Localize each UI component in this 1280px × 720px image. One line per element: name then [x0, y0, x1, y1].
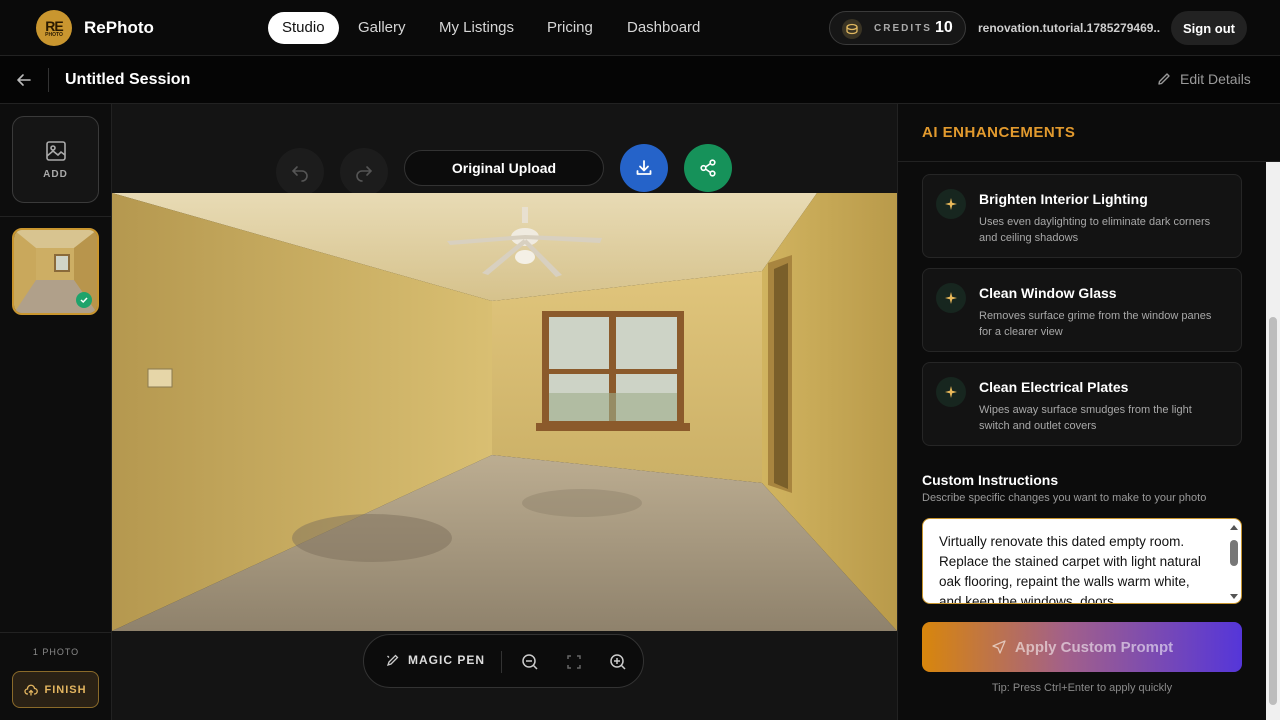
- scrollbar-thumb[interactable]: [1269, 317, 1277, 705]
- enhancements-panel: AI ENHANCEMENTS Brighten Interior Lighti…: [897, 104, 1280, 720]
- fit-screen-icon[interactable]: [564, 652, 584, 672]
- add-label: ADD: [43, 169, 68, 180]
- credits-badge[interactable]: CREDITS 10: [829, 11, 966, 45]
- finish-button[interactable]: FINISH: [12, 671, 99, 708]
- panel-scrollbar[interactable]: [1266, 162, 1280, 720]
- send-icon: [992, 640, 1006, 654]
- panel-header: AI ENHANCEMENTS: [898, 104, 1280, 162]
- zoom-out-icon[interactable]: [520, 652, 540, 672]
- photo-thumbnail[interactable]: [12, 228, 99, 315]
- photo-rail: ADD 1 PHOTO FINISH: [0, 104, 112, 720]
- photo-count: 1 PHOTO: [32, 647, 80, 657]
- redo-icon: [356, 166, 373, 182]
- sparkle-icon: [936, 377, 966, 407]
- sign-out-button[interactable]: Sign out: [1171, 11, 1247, 45]
- sparkle-icon: [936, 189, 966, 219]
- version-selector[interactable]: Original Upload: [404, 150, 604, 186]
- session-title: Untitled Session: [65, 71, 191, 88]
- divider: [48, 68, 49, 92]
- brand-name[interactable]: RePhoto: [84, 18, 154, 38]
- magic-pen-label: MAGIC PEN: [408, 653, 486, 667]
- edit-details-button[interactable]: Edit Details: [1156, 71, 1251, 87]
- tab-my-listings[interactable]: My Listings: [425, 12, 528, 44]
- tab-gallery[interactable]: Gallery: [344, 12, 420, 44]
- enhancement-desc: Removes surface grime from the window pa…: [979, 310, 1212, 338]
- enhancement-card[interactable]: Clean Window Glass Removes surface grime…: [922, 268, 1242, 352]
- session-bar: Untitled Session Edit Details: [0, 56, 1280, 104]
- editor-canvas: Original Upload MAGIC PEN: [112, 104, 897, 720]
- tab-pricing[interactable]: Pricing: [533, 12, 607, 44]
- logo-icon[interactable]: RE PHOTO: [36, 10, 72, 46]
- credits-count: 10: [935, 19, 953, 36]
- divider: [0, 632, 112, 633]
- divider: [0, 216, 112, 217]
- back-arrow-icon[interactable]: [14, 70, 34, 90]
- user-email: renovation.tutorial.1785279469...: [978, 21, 1160, 35]
- zoom-in-icon[interactable]: [608, 652, 628, 672]
- cloud-upload-icon: [24, 684, 39, 695]
- bottom-toolbar: MAGIC PEN: [363, 634, 644, 688]
- room-photo[interactable]: [112, 193, 897, 631]
- textarea-scrollbar[interactable]: [1229, 523, 1239, 601]
- enhancement-desc: Uses even daylighting to eliminate dark …: [979, 216, 1211, 244]
- undo-button[interactable]: [276, 148, 324, 196]
- undo-icon: [291, 166, 308, 182]
- magic-pen-button[interactable]: MAGIC PEN: [386, 653, 485, 667]
- shortcut-tip: Tip: Press Ctrl+Enter to apply quickly: [991, 682, 1173, 694]
- sparkle-icon: [936, 283, 966, 313]
- enhancement-card[interactable]: Clean Electrical Plates Wipes away surfa…: [922, 362, 1242, 446]
- redo-button[interactable]: [340, 148, 388, 196]
- custom-instructions-subtitle: Describe specific changes you want to ma…: [922, 492, 1207, 504]
- share-icon: [700, 159, 716, 177]
- divider: [501, 651, 502, 673]
- finish-label: FINISH: [44, 683, 87, 696]
- custom-instructions-title: Custom Instructions: [922, 472, 1059, 488]
- enhancement-title: Clean Window Glass: [979, 285, 1117, 301]
- enhancement-card[interactable]: Brighten Interior Lighting Uses even day…: [922, 174, 1242, 258]
- check-icon: [76, 292, 92, 308]
- enhancement-title: Clean Electrical Plates: [979, 379, 1129, 395]
- apply-label: Apply Custom Prompt: [1014, 638, 1174, 656]
- enhancement-title: Brighten Interior Lighting: [979, 191, 1148, 207]
- download-button[interactable]: [620, 144, 668, 192]
- share-button[interactable]: [684, 144, 732, 192]
- edit-details-label: Edit Details: [1180, 71, 1251, 87]
- image-icon: [45, 141, 66, 161]
- download-icon: [636, 160, 652, 175]
- pencil-icon: [1158, 73, 1170, 85]
- panel-title: AI ENHANCEMENTS: [922, 124, 1076, 141]
- tab-studio[interactable]: Studio: [268, 12, 339, 44]
- add-photo-button[interactable]: ADD: [12, 116, 99, 203]
- pen-icon: [386, 654, 399, 667]
- tab-dashboard[interactable]: Dashboard: [613, 12, 714, 44]
- room-image: [112, 193, 897, 631]
- custom-instructions-text: Virtually renovate this dated empty room…: [939, 534, 1201, 604]
- custom-instructions-textarea[interactable]: Virtually renovate this dated empty room…: [922, 518, 1242, 604]
- enhancement-desc: Wipes away surface smudges from the ligh…: [979, 404, 1192, 432]
- top-navbar: RE PHOTO RePhoto Studio Gallery My Listi…: [0, 0, 1280, 56]
- credits-label: CREDITS: [874, 23, 932, 34]
- coins-icon: [842, 19, 862, 39]
- apply-custom-prompt-button[interactable]: Apply Custom Prompt: [922, 622, 1242, 672]
